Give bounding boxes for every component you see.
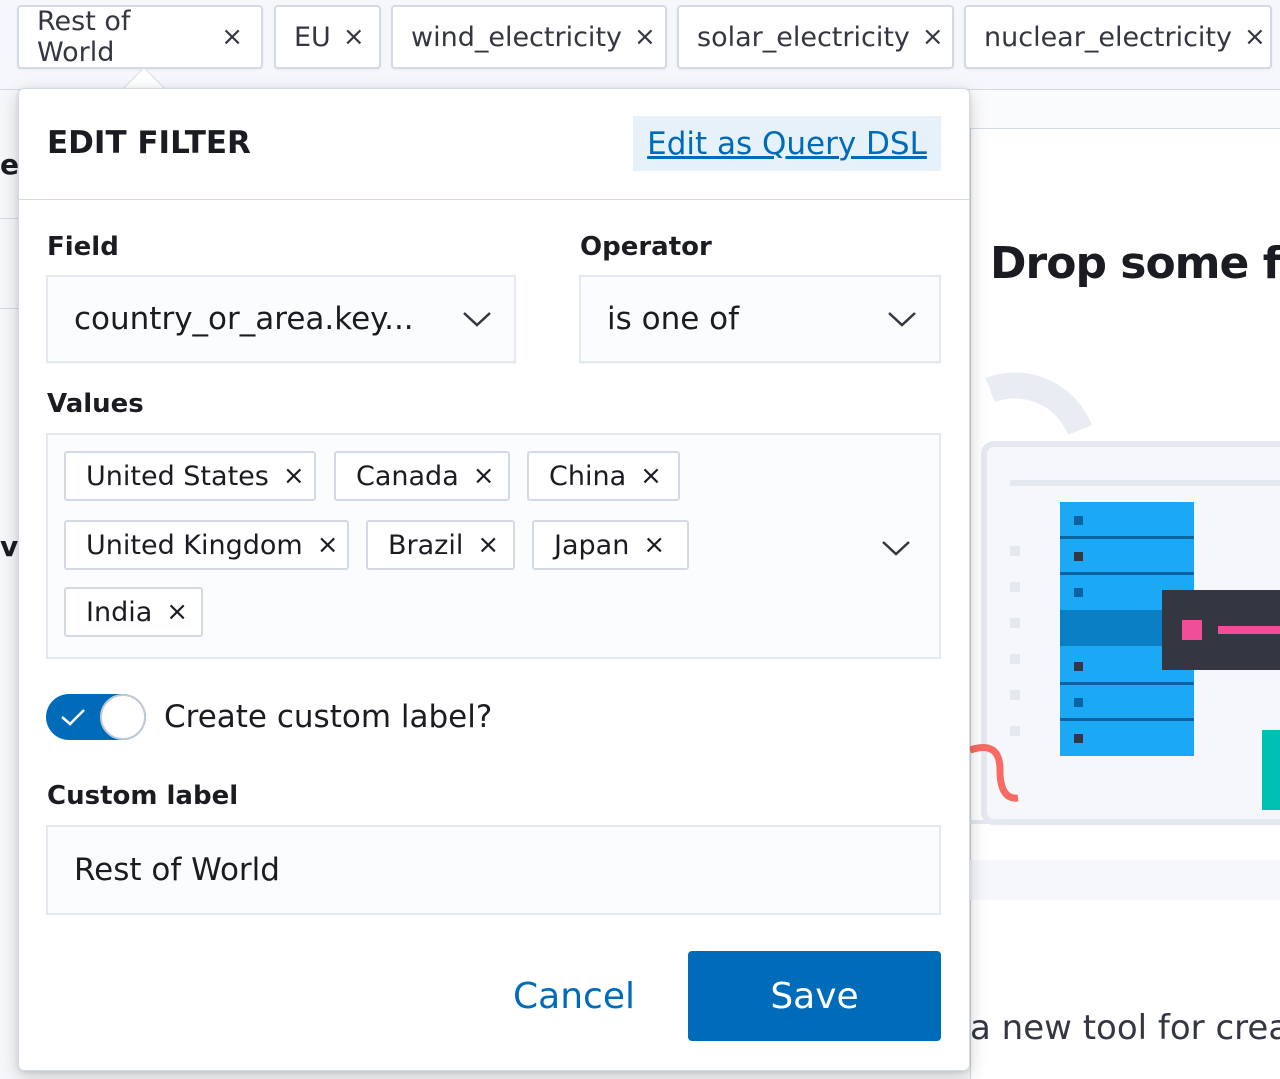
operator-select-value: is one of xyxy=(607,301,740,337)
value-chip-label: Canada xyxy=(356,460,459,492)
edit-as-query-dsl-link[interactable]: Edit as Query DSL xyxy=(633,116,941,171)
save-button[interactable]: Save xyxy=(688,951,941,1041)
popover-arrow xyxy=(120,64,166,90)
close-icon[interactable]: × xyxy=(477,532,499,558)
custom-label-switch-label[interactable]: Create custom label? xyxy=(164,699,492,735)
field-select[interactable]: country_or_area.key... xyxy=(46,275,516,363)
value-chip: China × xyxy=(527,451,680,501)
close-icon[interactable]: × xyxy=(317,532,339,558)
workspace-illustration xyxy=(970,372,1280,900)
filter-pill-label: wind_electricity xyxy=(411,21,623,53)
chevron-down-icon[interactable] xyxy=(881,539,911,557)
value-chip-label: China xyxy=(549,460,627,492)
custom-label-switch[interactable] xyxy=(46,694,146,740)
chevron-down-icon xyxy=(888,312,916,327)
close-icon[interactable]: × xyxy=(634,24,656,50)
sidebar-divider xyxy=(0,308,18,309)
filter-pill-label: solar_electricity xyxy=(697,21,910,53)
value-chip: United Kingdom × xyxy=(64,520,349,570)
popover-title: EDIT FILTER xyxy=(47,125,251,161)
filter-pill-eu[interactable]: EU × xyxy=(274,5,381,69)
value-chip: India × xyxy=(64,587,203,637)
edit-filter-popover: EDIT FILTER Edit as Query DSL Field coun… xyxy=(18,88,970,1071)
operator-label: Operator xyxy=(580,232,712,262)
close-icon[interactable]: × xyxy=(166,599,188,625)
close-icon[interactable]: × xyxy=(221,24,243,50)
custom-label-label: Custom label xyxy=(47,781,239,811)
value-chip-label: United States xyxy=(86,460,269,492)
values-combo-box[interactable]: United States × Canada × China × United … xyxy=(46,433,941,659)
field-label: Field xyxy=(47,232,119,262)
value-chip-label: India xyxy=(86,596,153,628)
cancel-button[interactable]: Cancel xyxy=(499,951,649,1041)
value-chip: Brazil × xyxy=(366,520,515,570)
value-chip-label: United Kingdom xyxy=(86,529,303,561)
close-icon[interactable]: × xyxy=(283,463,305,489)
custom-label-input[interactable]: Rest of World xyxy=(46,825,941,915)
close-icon[interactable]: × xyxy=(643,532,665,558)
workspace-toolbar-background xyxy=(970,90,1280,128)
chevron-down-icon xyxy=(463,312,491,327)
sidebar-text-fragment: e xyxy=(0,148,19,181)
check-icon xyxy=(61,709,85,726)
filter-pill-label: Rest of World xyxy=(37,6,131,68)
workspace-empty-subtext: a new tool for crea xyxy=(970,1008,1280,1048)
filter-pill-label: nuclear_electricity xyxy=(984,21,1232,53)
value-chip: Japan × xyxy=(532,520,689,570)
filter-pill-wind-electricity[interactable]: wind_electricity × xyxy=(391,5,667,69)
filter-pill-label: EU xyxy=(294,21,331,53)
close-icon[interactable]: × xyxy=(343,24,365,50)
close-icon[interactable]: × xyxy=(1244,24,1266,50)
filter-pill-rest-of-world[interactable]: Rest of World × xyxy=(17,5,263,69)
close-icon[interactable]: × xyxy=(922,24,944,50)
workspace-empty-heading: Drop some fiel xyxy=(990,238,1280,289)
value-chip: Canada × xyxy=(334,451,510,501)
filter-pill-nuclear-electricity[interactable]: nuclear_electricity × xyxy=(964,5,1272,69)
filter-pill-solar-electricity[interactable]: solar_electricity × xyxy=(677,5,954,69)
sidebar-divider xyxy=(0,218,18,219)
switch-knob xyxy=(100,694,146,740)
left-sidebar-background: e v xyxy=(0,90,19,1079)
popover-header-divider xyxy=(19,199,969,200)
sidebar-text-fragment: v xyxy=(0,530,19,563)
close-icon[interactable]: × xyxy=(473,463,495,489)
value-chip-label: Brazil xyxy=(388,529,464,561)
operator-select[interactable]: is one of xyxy=(579,275,941,363)
value-chip-label: Japan xyxy=(554,529,630,561)
values-label: Values xyxy=(47,389,144,419)
field-select-value: country_or_area.key... xyxy=(74,301,414,337)
value-chip: United States × xyxy=(64,451,316,501)
close-icon[interactable]: × xyxy=(640,463,662,489)
